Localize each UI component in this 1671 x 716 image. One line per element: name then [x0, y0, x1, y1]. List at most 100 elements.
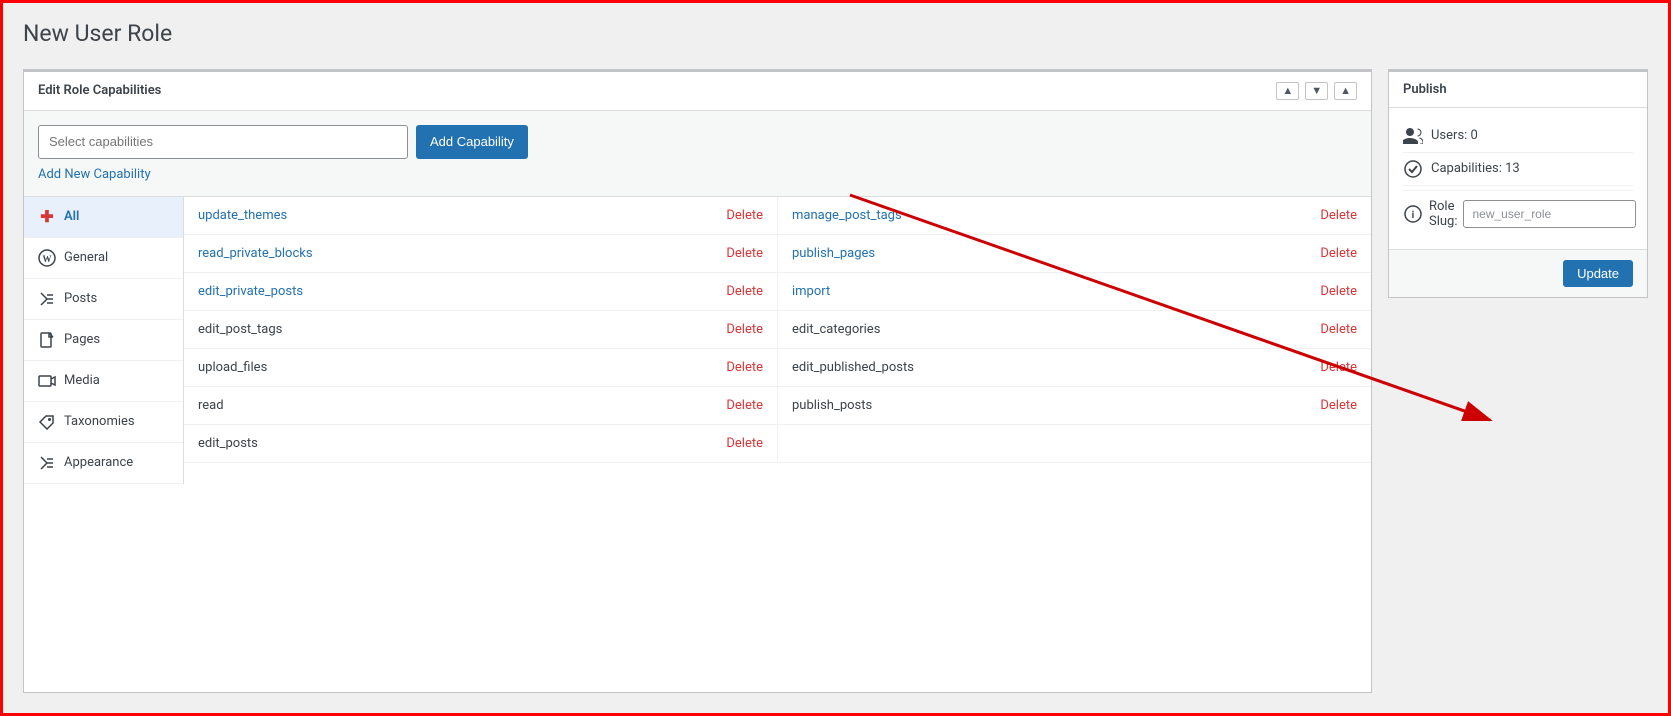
media-icon: [38, 372, 56, 390]
appearance-icon: [38, 454, 56, 472]
capability-name-edit-private-posts[interactable]: edit_private_posts: [198, 284, 303, 299]
category-label-all: All: [64, 209, 79, 224]
capability-name-manage-post-tags[interactable]: manage_post_tags: [792, 208, 902, 223]
panel-title: Edit Role Capabilities: [38, 83, 161, 98]
sidebar-item-pages[interactable]: Pages: [24, 320, 183, 361]
table-row: edit_posts Delete: [184, 425, 1371, 463]
publish-capabilities-row: Capabilities: 13: [1403, 153, 1633, 186]
cap-cell-right: publish_pages Delete: [778, 235, 1371, 272]
role-slug-icon: i: [1403, 204, 1423, 224]
delete-edit-categories[interactable]: Delete: [1320, 322, 1357, 337]
category-label-posts: Posts: [64, 291, 97, 306]
publish-panel: Publish Users: 0: [1388, 69, 1648, 298]
delete-read-private-blocks[interactable]: Delete: [726, 246, 763, 261]
publish-capabilities-label: Capabilities: 13: [1431, 161, 1633, 176]
publish-footer: Update: [1389, 249, 1647, 297]
publish-title: Publish: [1403, 82, 1447, 97]
capabilities-icon: [1403, 159, 1423, 179]
delete-manage-post-tags[interactable]: Delete: [1320, 208, 1357, 223]
users-icon: [1403, 126, 1423, 146]
cap-cell-right: edit_categories Delete: [778, 311, 1371, 348]
delete-edit-private-posts[interactable]: Delete: [726, 284, 763, 299]
category-sidebar: ✚ All W General: [24, 197, 184, 484]
capabilities-select-input[interactable]: [38, 125, 408, 159]
capabilities-list: update_themes Delete manage_post_tags De…: [184, 197, 1371, 484]
taxonomies-icon: [38, 413, 56, 431]
table-row: upload_files Delete edit_published_posts…: [184, 349, 1371, 387]
cap-cell-left: update_themes Delete: [184, 197, 778, 234]
capabilities-panel: Edit Role Capabilities ▲ ▼ ▲ Add Capabil…: [23, 69, 1372, 693]
cap-cell-right-empty: [778, 425, 1371, 462]
sidebar-item-all[interactable]: ✚ All: [24, 197, 183, 238]
pages-icon: [38, 331, 56, 349]
sidebar-item-posts[interactable]: Posts: [24, 279, 183, 320]
page-title-bar: New User Role: [3, 3, 1668, 57]
sidebar-item-general[interactable]: W General: [24, 238, 183, 279]
publish-users-row: Users: 0: [1403, 120, 1633, 153]
delete-edit-published-posts[interactable]: Delete: [1320, 360, 1357, 375]
sidebar-item-taxonomies[interactable]: Taxonomies: [24, 402, 183, 443]
publish-users-label: Users: 0: [1431, 128, 1633, 143]
panel-header: Edit Role Capabilities ▲ ▼ ▲: [24, 72, 1371, 111]
panel-expand-btn[interactable]: ▲: [1334, 82, 1357, 100]
add-new-capability-link[interactable]: Add New Capability: [38, 167, 151, 182]
capability-name-edit-posts: edit_posts: [198, 436, 258, 451]
capabilities-form: Add Capability Add New Capability: [24, 111, 1371, 197]
category-label-appearance: Appearance: [64, 455, 133, 470]
content-area: Edit Role Capabilities ▲ ▼ ▲ Add Capabil…: [3, 57, 1668, 713]
cap-cell-right: import Delete: [778, 273, 1371, 310]
panel-collapse-up-btn[interactable]: ▲: [1276, 82, 1299, 100]
update-button[interactable]: Update: [1563, 260, 1633, 287]
capabilities-input-row: Add Capability: [38, 125, 1357, 159]
capability-name-edit-categories: edit_categories: [792, 322, 880, 337]
cap-cell-right: publish_posts Delete: [778, 387, 1371, 424]
role-slug-row: i Role Slug:: [1403, 190, 1633, 237]
main-content: New User Role Edit Role Capabilities ▲ ▼…: [3, 3, 1668, 713]
capability-name-publish-posts: publish_posts: [792, 398, 872, 413]
add-capability-button[interactable]: Add Capability: [416, 125, 528, 159]
all-icon: ✚: [38, 208, 56, 226]
capability-name-read-private-blocks[interactable]: read_private_blocks: [198, 246, 313, 261]
publish-body: Users: 0 Capabilities: 13: [1389, 108, 1647, 249]
capability-name-update-themes[interactable]: update_themes: [198, 208, 287, 223]
delete-read[interactable]: Delete: [726, 398, 763, 413]
posts-icon: [38, 290, 56, 308]
sidebar-item-appearance[interactable]: Appearance: [24, 443, 183, 484]
capability-name-edit-published-posts: edit_published_posts: [792, 360, 914, 375]
cap-cell-left: edit_posts Delete: [184, 425, 778, 462]
category-label-taxonomies: Taxonomies: [64, 414, 135, 429]
category-label-media: Media: [64, 373, 100, 388]
cap-cell-left: edit_post_tags Delete: [184, 311, 778, 348]
delete-update-themes[interactable]: Delete: [726, 208, 763, 223]
delete-publish-posts[interactable]: Delete: [1320, 398, 1357, 413]
capability-name-import[interactable]: import: [792, 284, 830, 299]
delete-edit-post-tags[interactable]: Delete: [726, 322, 763, 337]
page-title: New User Role: [23, 19, 1648, 49]
sidebar-item-media[interactable]: Media: [24, 361, 183, 402]
table-row: update_themes Delete manage_post_tags De…: [184, 197, 1371, 235]
capability-name-edit-post-tags: edit_post_tags: [198, 322, 282, 337]
table-row: edit_private_posts Delete import Delete: [184, 273, 1371, 311]
capability-name-upload-files: upload_files: [198, 360, 267, 375]
cap-cell-left: read_private_blocks Delete: [184, 235, 778, 272]
delete-import[interactable]: Delete: [1320, 284, 1357, 299]
capabilities-body: ✚ All W General: [24, 197, 1371, 484]
table-row: read_private_blocks Delete publish_pages…: [184, 235, 1371, 273]
capability-name-read: read: [198, 398, 224, 413]
plus-icon: ✚: [40, 207, 53, 226]
publish-sidebar: Publish Users: 0: [1388, 69, 1648, 693]
category-label-general: General: [64, 250, 108, 265]
svg-text:i: i: [1412, 210, 1415, 221]
table-row: read Delete publish_posts Delete: [184, 387, 1371, 425]
cap-cell-left: upload_files Delete: [184, 349, 778, 386]
capability-name-publish-pages[interactable]: publish_pages: [792, 246, 875, 261]
cap-cell-left: edit_private_posts Delete: [184, 273, 778, 310]
role-slug-input[interactable]: [1463, 200, 1636, 228]
panel-controls: ▲ ▼ ▲: [1276, 82, 1357, 100]
cap-cell-right: manage_post_tags Delete: [778, 197, 1371, 234]
delete-edit-posts[interactable]: Delete: [726, 436, 763, 451]
delete-upload-files[interactable]: Delete: [726, 360, 763, 375]
delete-publish-pages[interactable]: Delete: [1320, 246, 1357, 261]
publish-panel-header: Publish: [1389, 72, 1647, 108]
panel-collapse-down-btn[interactable]: ▼: [1305, 82, 1328, 100]
